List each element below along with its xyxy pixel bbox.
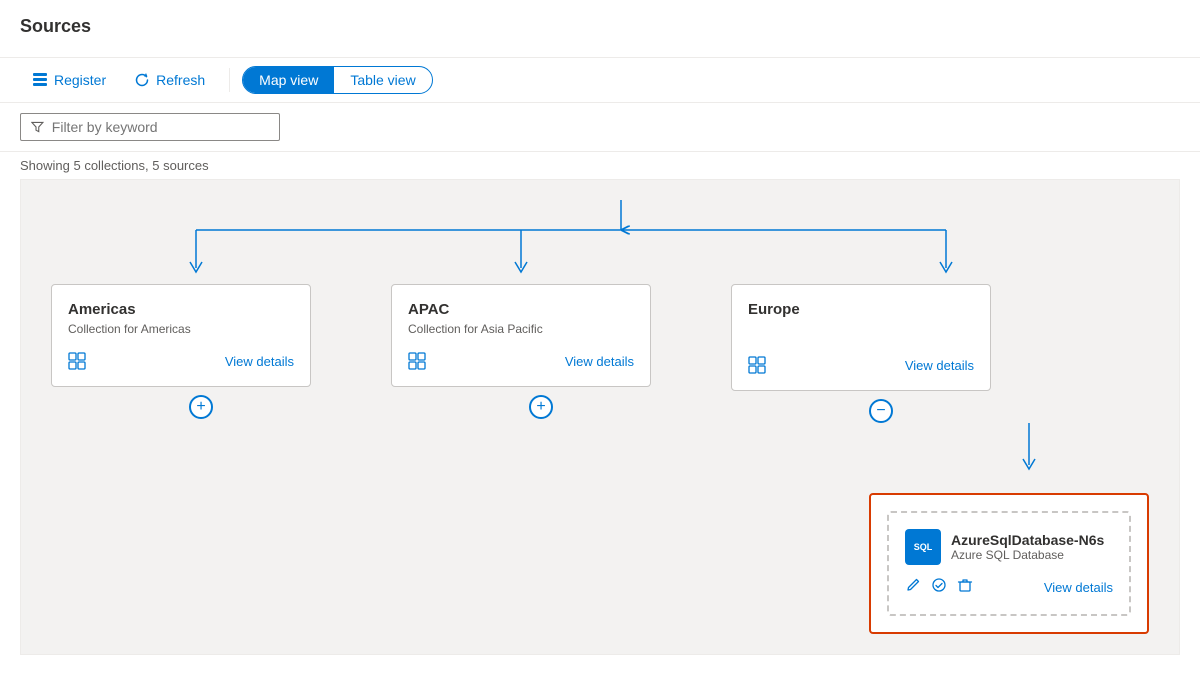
apac-desc: Collection for Asia Pacific	[408, 322, 634, 336]
americas-grid-icon	[68, 352, 86, 370]
europe-desc	[748, 322, 974, 340]
source-card-inner: SQL AzureSqlDatabase-N6s Azure SQL Datab…	[887, 511, 1131, 616]
apac-title: APAC	[408, 301, 634, 318]
toolbar-divider	[229, 68, 230, 92]
page-header: Sources	[0, 0, 1200, 58]
source-row: SQL AzureSqlDatabase-N6s Azure SQL Datab…	[41, 493, 1159, 634]
europe-footer: View details	[748, 356, 974, 374]
source-name: AzureSqlDatabase-N6s	[951, 532, 1104, 548]
source-header: SQL AzureSqlDatabase-N6s Azure SQL Datab…	[905, 529, 1113, 565]
toolbar: Register Refresh Map view Table view	[0, 58, 1200, 103]
americas-expand[interactable]: +	[189, 395, 213, 419]
apac-grid-icon	[408, 352, 426, 370]
map-view-button[interactable]: Map view	[243, 67, 334, 93]
filter-input[interactable]	[52, 119, 269, 135]
source-footer: View details	[905, 577, 1113, 598]
source-action-icons	[905, 577, 973, 598]
collections-row: Americas Collection for Americas View de…	[41, 284, 1159, 423]
showing-label: Showing 5 collections, 5 sources	[0, 152, 1200, 179]
filter-icon	[31, 120, 44, 134]
refresh-icon	[134, 72, 150, 88]
americas-view-details[interactable]: View details	[225, 354, 294, 369]
sql-icon: SQL	[905, 529, 941, 565]
apac-card: APAC Collection for Asia Pacific View de…	[391, 284, 651, 387]
apac-footer: View details	[408, 352, 634, 370]
europe-card: Europe View details	[731, 284, 991, 391]
register-button[interactable]: Register	[20, 66, 118, 94]
map-area: Americas Collection for Americas View de…	[20, 179, 1180, 655]
americas-card: Americas Collection for Americas View de…	[51, 284, 311, 387]
connector-lines	[41, 200, 1159, 280]
source-view-details[interactable]: View details	[1044, 580, 1113, 595]
europe-collapse[interactable]: −	[869, 399, 893, 423]
apac-view-details[interactable]: View details	[565, 354, 634, 369]
americas-footer: View details	[68, 352, 294, 370]
source-card-selected: SQL AzureSqlDatabase-N6s Azure SQL Datab…	[869, 493, 1149, 634]
page-title: Sources	[20, 16, 1180, 37]
filter-input-wrap	[20, 113, 280, 141]
certified-icon[interactable]	[931, 577, 947, 598]
edit-icon[interactable]	[905, 577, 921, 598]
delete-icon[interactable]	[957, 577, 973, 598]
filter-area	[0, 103, 1200, 152]
refresh-button[interactable]: Refresh	[122, 66, 217, 94]
apac-expand[interactable]: +	[529, 395, 553, 419]
europe-to-source-connector	[1017, 423, 1041, 473]
view-toggle: Map view Table view	[242, 66, 433, 94]
americas-desc: Collection for Americas	[68, 322, 294, 336]
source-type: Azure SQL Database	[951, 548, 1104, 562]
europe-title: Europe	[748, 301, 974, 318]
europe-grid-icon	[748, 356, 766, 374]
americas-title: Americas	[68, 301, 294, 318]
register-icon	[32, 72, 48, 88]
table-view-button[interactable]: Table view	[334, 67, 431, 93]
europe-view-details[interactable]: View details	[905, 358, 974, 373]
